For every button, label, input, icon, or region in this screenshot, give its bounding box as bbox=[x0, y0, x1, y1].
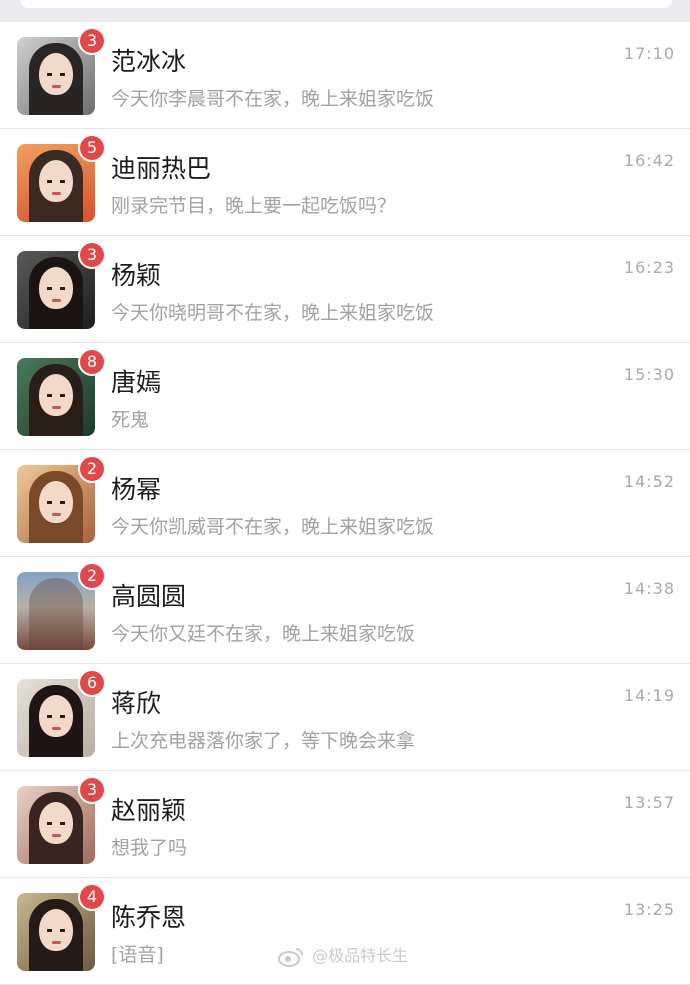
unread-badge: 3 bbox=[78, 241, 106, 269]
unread-badge: 3 bbox=[78, 776, 106, 804]
contact-name: 蒋欣 bbox=[111, 689, 162, 718]
chat-row-jiang-xin[interactable]: 6 蒋欣 上次充电器落你家了，等下晚会来拿 14:19 bbox=[0, 664, 690, 771]
search-bar[interactable] bbox=[20, 0, 672, 8]
message-time: 13:25 bbox=[623, 900, 675, 919]
contact-name: 杨幂 bbox=[111, 475, 162, 504]
unread-badge: 5 bbox=[78, 134, 106, 162]
unread-badge: 3 bbox=[78, 27, 106, 55]
message-preview: 刚录完节目，晚上要一起吃饭吗？ bbox=[111, 195, 397, 217]
message-preview: 死鬼 bbox=[111, 409, 150, 431]
message-preview: 想我了吗 bbox=[111, 837, 188, 859]
chat-row-fan-bingbing[interactable]: 3 范冰冰 今天你李晨哥不在家，晚上来姐家吃饭 17:10 bbox=[0, 22, 690, 129]
watermark-text: @极品特长生 bbox=[312, 946, 409, 965]
contact-name: 赵丽颖 bbox=[111, 796, 187, 825]
unread-badge: 2 bbox=[78, 455, 106, 483]
weibo-icon bbox=[278, 947, 303, 967]
contact-name: 高圆圆 bbox=[111, 582, 187, 611]
chat-row-dilraba[interactable]: 5 迪丽热巴 刚录完节目，晚上要一起吃饭吗？ 16:42 bbox=[0, 129, 690, 236]
message-preview: 今天你李晨哥不在家，晚上来姐家吃饭 bbox=[111, 88, 435, 110]
message-time: 14:52 bbox=[623, 472, 675, 491]
message-time: 16:23 bbox=[623, 258, 675, 277]
contact-name: 唐嫣 bbox=[111, 368, 162, 397]
message-time: 14:38 bbox=[623, 579, 675, 598]
unread-badge: 4 bbox=[78, 883, 106, 911]
unread-badge: 8 bbox=[78, 348, 106, 376]
message-preview: 上次充电器落你家了，等下晚会来拿 bbox=[111, 730, 416, 752]
chat-list: 3 范冰冰 今天你李晨哥不在家，晚上来姐家吃饭 17:10 5 迪丽热巴 刚录完… bbox=[0, 22, 690, 985]
contact-name: 范冰冰 bbox=[111, 47, 187, 76]
message-time: 15:30 bbox=[623, 365, 675, 384]
chat-row-zhao-liying[interactable]: 3 赵丽颖 想我了吗 13:57 bbox=[0, 771, 690, 878]
unread-badge: 6 bbox=[78, 669, 106, 697]
chat-row-chen-qiaoen[interactable]: 4 陈乔恩 [语音] 13:25 bbox=[0, 878, 690, 985]
chat-row-gao-yuanyuan[interactable]: 2 高圆圆 今天你又廷不在家，晚上来姐家吃饭 14:38 bbox=[0, 557, 690, 664]
message-time: 17:10 bbox=[623, 44, 675, 63]
contact-name: 陈乔恩 bbox=[111, 903, 187, 932]
message-time: 13:57 bbox=[623, 793, 675, 812]
top-strip bbox=[0, 0, 690, 22]
message-time: 14:19 bbox=[623, 686, 675, 705]
weibo-watermark: @极品特长生 bbox=[278, 944, 408, 968]
message-preview: [语音] bbox=[111, 944, 164, 966]
message-preview: 今天你晓明哥不在家，晚上来姐家吃饭 bbox=[111, 302, 435, 324]
chat-row-yang-ying[interactable]: 3 杨颖 今天你晓明哥不在家，晚上来姐家吃饭 16:23 bbox=[0, 236, 690, 343]
message-time: 16:42 bbox=[623, 151, 675, 170]
chat-row-yang-mi[interactable]: 2 杨幂 今天你凯威哥不在家，晚上来姐家吃饭 14:52 bbox=[0, 450, 690, 557]
message-preview: 今天你又廷不在家，晚上来姐家吃饭 bbox=[111, 623, 416, 645]
message-preview: 今天你凯威哥不在家，晚上来姐家吃饭 bbox=[111, 516, 435, 538]
contact-name: 迪丽热巴 bbox=[111, 154, 212, 183]
chat-row-tang-yan[interactable]: 8 唐嫣 死鬼 15:30 bbox=[0, 343, 690, 450]
unread-badge: 2 bbox=[78, 562, 106, 590]
contact-name: 杨颖 bbox=[111, 261, 162, 290]
